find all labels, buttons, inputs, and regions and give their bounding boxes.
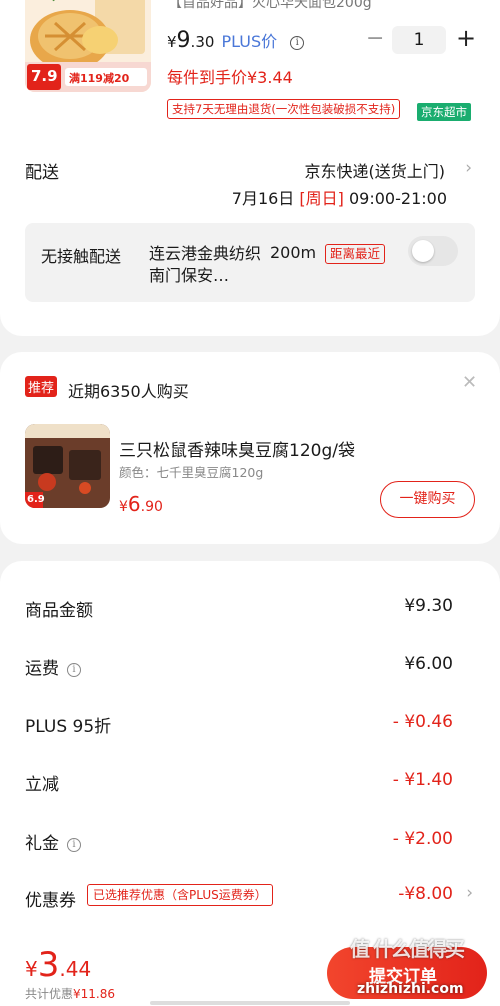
summary-label-goods: 商品金额 — [25, 601, 93, 621]
thumb-promo: 满119减20 — [69, 72, 130, 85]
plus-price-label: PLUS价 — [221, 32, 278, 51]
watermark-mark: 值 什么值得买 — [350, 937, 465, 961]
recommend-title: 近期6350人购买 — [68, 382, 189, 401]
recommend-price-dec: .90 — [140, 499, 163, 515]
discount-value: ¥11.86 — [73, 987, 116, 1001]
summary-label-instant: 立减 — [25, 775, 59, 795]
product-price: ¥9.30 PLUS价 i — [167, 28, 305, 53]
home-indicator — [150, 1001, 350, 1005]
delivery-time[interactable]: 7月16日 [周日] 09:00-21:00 — [232, 185, 447, 209]
summary-value-gift: - ¥2.00 — [392, 829, 453, 849]
info-icon[interactable]: i — [67, 663, 81, 677]
store-badge: 京东超市 — [417, 103, 471, 121]
recommend-thumbnail[interactable]: 6.9 — [25, 424, 110, 508]
summary-label-coupon: 优惠券 — [25, 891, 76, 911]
summary-label-gift: 礼金 i — [25, 829, 81, 854]
watermark-url: zhizhizhi.com — [357, 981, 464, 997]
summary-value-goods: ¥9.30 — [404, 596, 453, 616]
recommend-card: 推荐 近期6350人购买 ✕ 6.9 三只松鼠香辣味臭豆腐120g/袋 颜色：七… — [0, 352, 500, 544]
product-card: 7.9 满119减20 【首品好品】火心华天面包200g ¥9.30 PLUS价… — [0, 0, 500, 336]
contactless-label: 无接触配送 — [41, 247, 122, 266]
summary-label-shipping: 运费 i — [25, 654, 81, 679]
footer-bar: ¥3.44 共计优惠¥11.86 提交订单 值 什么值得买 zhizhizhi.… — [0, 937, 500, 1006]
final-price-text: 每件到手价¥3.44 — [167, 68, 293, 87]
recommend-price-currency: ¥ — [119, 499, 128, 515]
total-discount: 共计优惠¥11.86 — [25, 985, 115, 1002]
gift-label-text: 礼金 — [25, 834, 59, 854]
total-price: ¥3.44 — [25, 945, 91, 985]
watermark-logo: 值 什么值得买 — [350, 925, 500, 965]
discount-label: 共计优惠 — [25, 987, 74, 1001]
delivery-weekday: [周日] — [299, 189, 344, 208]
summary-value-instant: - ¥1.40 — [392, 770, 453, 790]
close-icon[interactable]: ✕ — [462, 372, 477, 393]
info-icon[interactable]: i — [290, 36, 305, 50]
price-currency: ¥ — [167, 33, 177, 51]
summary-card: 商品金额 ¥9.30 运费 i ¥6.00 PLUS 95折 - ¥0.46 立减… — [0, 561, 500, 961]
delivery-method[interactable]: 京东快递(送货上门) — [305, 158, 446, 182]
quantity-minus-button[interactable]: − — [366, 26, 384, 51]
distance-tag: 距离最近 — [325, 244, 386, 264]
shipping-label-text: 运费 — [25, 659, 59, 679]
pickup-address[interactable]: 连云港金典纺织南门保安… — [149, 243, 261, 287]
total-currency: ¥ — [25, 957, 38, 981]
pickup-distance: 200m — [270, 243, 317, 262]
recommend-thumb-price: 6.9 — [27, 494, 45, 505]
summary-value-coupon[interactable]: -¥8.00 — [398, 884, 453, 904]
recommend-item-name[interactable]: 三只松鼠香辣味臭豆腐120g/袋 — [119, 436, 355, 461]
chevron-right-icon[interactable]: › — [465, 158, 472, 178]
product-thumbnail[interactable]: 7.9 满119减20 — [25, 0, 151, 92]
total-dec: .44 — [59, 957, 92, 981]
summary-label-plus: PLUS 95折 — [25, 717, 112, 737]
recommend-item-spec: 颜色：七千里臭豆腐120g — [119, 465, 264, 480]
delivery-hours: 09:00-21:00 — [349, 189, 447, 208]
price-integer: 9 — [176, 28, 191, 53]
thumb-price: 7.9 — [31, 67, 58, 85]
one-click-buy-button[interactable]: 一键购买 — [380, 481, 475, 518]
delivery-label: 配送 — [25, 163, 59, 183]
contactless-toggle[interactable] — [408, 236, 458, 266]
recommend-price: ¥6.90 — [119, 492, 163, 516]
quantity-plus-button[interactable]: + — [456, 24, 476, 52]
summary-value-shipping: ¥6.00 — [404, 654, 453, 674]
price-decimal: .30 — [190, 33, 215, 51]
product-title[interactable]: 【首品好品】火心华天面包200g — [168, 0, 372, 12]
info-icon[interactable]: i — [67, 838, 81, 852]
delivery-date: 7月16日 — [231, 189, 295, 208]
chevron-right-icon[interactable]: › — [466, 883, 473, 903]
recommend-price-int: 6 — [127, 492, 141, 516]
contactless-box: 无接触配送 连云港金典纺织南门保安… 200m 距离最近 — [25, 223, 475, 302]
coupon-tag: 已选推荐优惠（含PLUS运费券） — [87, 884, 273, 906]
toggle-knob — [412, 240, 434, 262]
return-policy-tag: 支持7天无理由退货(一次性包装破损不支持) — [167, 99, 401, 119]
recommend-badge: 推荐 — [25, 376, 58, 397]
quantity-input[interactable]: 1 — [392, 26, 446, 54]
total-int: 3 — [37, 945, 60, 985]
summary-value-plus: - ¥0.46 — [392, 712, 453, 732]
